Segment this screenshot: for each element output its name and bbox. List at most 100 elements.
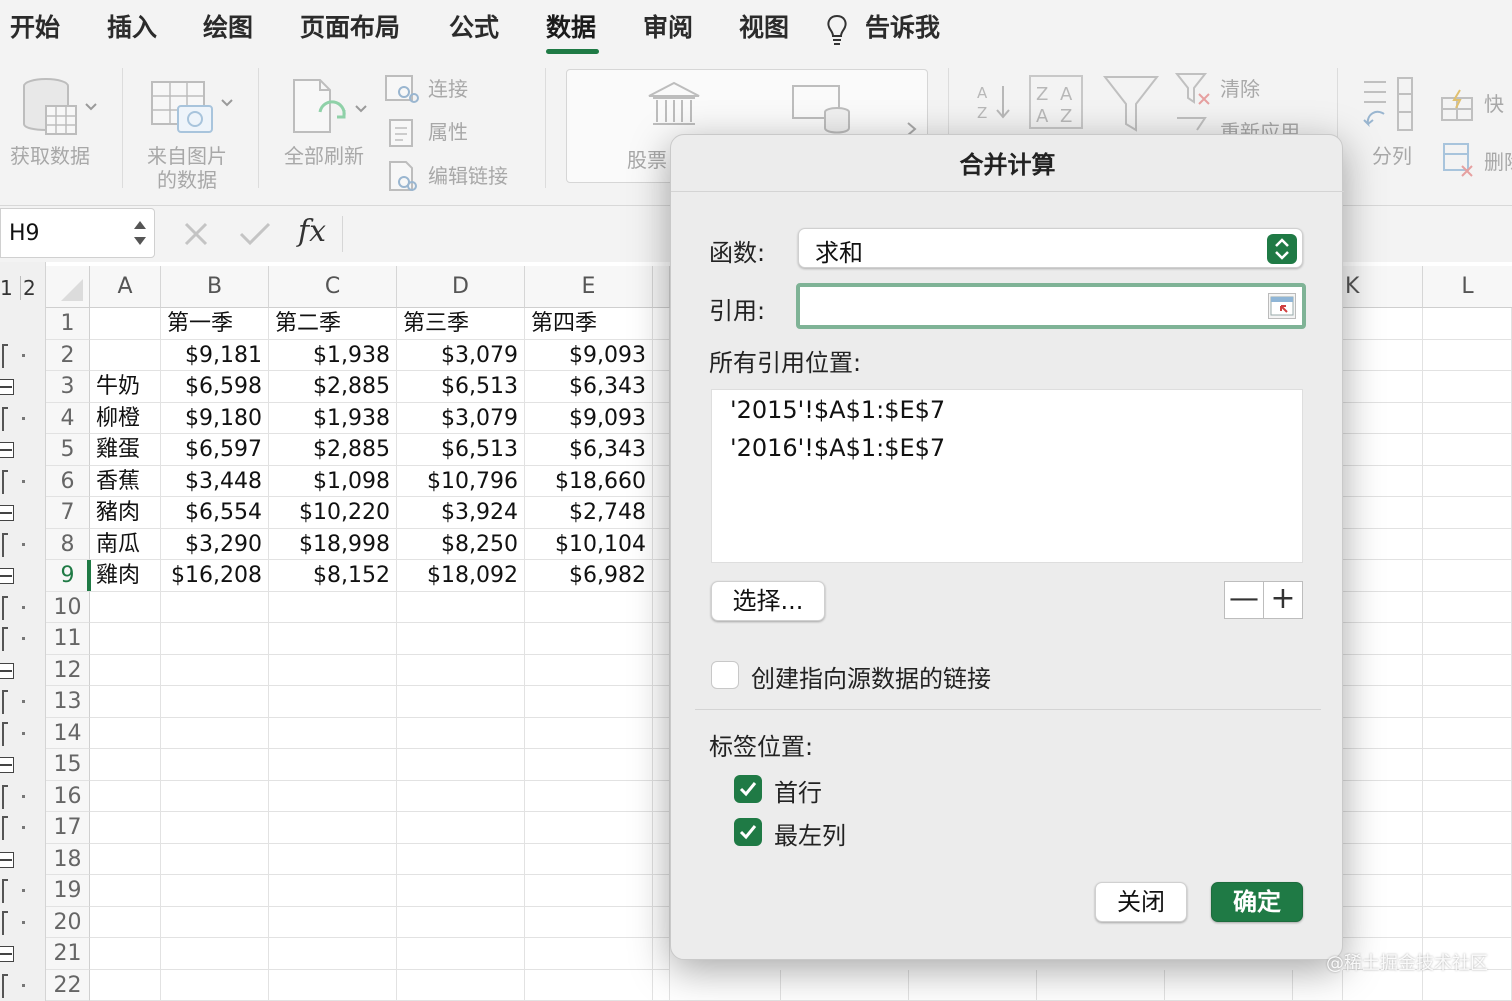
- table-cell[interactable]: 豬肉: [90, 497, 161, 529]
- row-header[interactable]: 14: [46, 717, 90, 749]
- tab-page-layout[interactable]: 页面布局: [300, 12, 400, 44]
- table-cell[interactable]: [1423, 749, 1512, 781]
- top-row-checkbox[interactable]: [734, 775, 762, 803]
- table-cell[interactable]: [397, 623, 525, 655]
- row-header[interactable]: 6: [46, 465, 90, 497]
- table-cell[interactable]: [90, 749, 161, 781]
- table-cell[interactable]: [90, 308, 161, 340]
- table-cell[interactable]: [161, 654, 269, 686]
- table-cell[interactable]: $6,513: [397, 371, 525, 403]
- table-cell[interactable]: [1343, 749, 1423, 781]
- table-cell[interactable]: [781, 969, 909, 1001]
- table-cell[interactable]: [1423, 339, 1512, 371]
- table-cell[interactable]: [269, 875, 397, 907]
- name-box-stepper-icon[interactable]: [132, 217, 148, 249]
- reapply-label[interactable]: 重新应用: [1220, 120, 1300, 134]
- table-cell[interactable]: [1423, 812, 1512, 844]
- table-cell[interactable]: $8,250: [397, 528, 525, 560]
- table-cell[interactable]: [525, 780, 653, 812]
- table-cell[interactable]: [1343, 654, 1423, 686]
- table-cell[interactable]: [161, 780, 269, 812]
- table-cell[interactable]: [161, 969, 269, 1001]
- row-header[interactable]: 17: [46, 812, 90, 844]
- row-header[interactable]: 15: [46, 749, 90, 781]
- table-cell[interactable]: [1343, 843, 1423, 875]
- table-cell[interactable]: $16,208: [161, 560, 269, 592]
- table-cell[interactable]: 南瓜: [90, 528, 161, 560]
- table-cell[interactable]: [1423, 497, 1512, 529]
- text-to-columns-label[interactable]: 分列: [1372, 144, 1412, 168]
- table-cell[interactable]: [397, 591, 525, 623]
- table-cell[interactable]: [161, 843, 269, 875]
- connections-icon[interactable]: [384, 74, 420, 104]
- clear-label[interactable]: 清除: [1220, 77, 1260, 101]
- row-header[interactable]: 3: [46, 371, 90, 403]
- table-cell[interactable]: [525, 623, 653, 655]
- table-cell[interactable]: [525, 717, 653, 749]
- table-cell[interactable]: $6,982: [525, 560, 653, 592]
- table-cell[interactable]: $1,098: [269, 465, 397, 497]
- collapse-group-button[interactable]: [0, 851, 14, 868]
- table-cell[interactable]: [397, 938, 525, 970]
- table-cell[interactable]: [269, 591, 397, 623]
- table-cell[interactable]: [1165, 969, 1293, 1001]
- outline-level-2[interactable]: 2: [20, 276, 36, 300]
- properties-label[interactable]: 属性: [428, 120, 468, 144]
- confirm-formula-icon[interactable]: [238, 220, 272, 248]
- table-cell[interactable]: [1037, 969, 1165, 1001]
- table-cell[interactable]: [653, 875, 670, 907]
- from-picture-label-1[interactable]: 来自图片: [147, 144, 227, 168]
- table-cell[interactable]: [269, 906, 397, 938]
- collapse-group-button[interactable]: [0, 946, 14, 962]
- table-cell[interactable]: [269, 654, 397, 686]
- table-cell[interactable]: [525, 875, 653, 907]
- table-cell[interactable]: [1423, 875, 1512, 907]
- row-header[interactable]: 12: [46, 654, 90, 686]
- table-cell[interactable]: [269, 749, 397, 781]
- table-cell[interactable]: [653, 623, 670, 655]
- close-button[interactable]: 关闭: [1095, 882, 1187, 922]
- table-cell[interactable]: [909, 969, 1037, 1001]
- table-cell[interactable]: [397, 906, 525, 938]
- table-cell[interactable]: $3,079: [397, 339, 525, 371]
- remove-duplicates-icon[interactable]: [1442, 142, 1476, 178]
- collapse-group-button[interactable]: [0, 505, 14, 521]
- row-header[interactable]: 19: [46, 875, 90, 907]
- get-data-label[interactable]: 获取数据: [10, 144, 90, 168]
- row-header[interactable]: 4: [46, 402, 90, 434]
- column-header-a[interactable]: A: [90, 266, 161, 308]
- table-cell[interactable]: [1423, 843, 1512, 875]
- table-cell[interactable]: $3,924: [397, 497, 525, 529]
- tab-draw[interactable]: 绘图: [203, 12, 253, 44]
- table-cell[interactable]: [269, 623, 397, 655]
- stocks-label[interactable]: 股票: [627, 148, 667, 172]
- table-cell[interactable]: [1343, 371, 1423, 403]
- table-cell[interactable]: $3,448: [161, 465, 269, 497]
- connections-label[interactable]: 连接: [428, 77, 468, 101]
- table-cell[interactable]: [1343, 497, 1423, 529]
- row-header[interactable]: 13: [46, 686, 90, 718]
- table-cell[interactable]: [90, 591, 161, 623]
- table-cell[interactable]: $6,554: [161, 497, 269, 529]
- table-cell[interactable]: $9,180: [161, 402, 269, 434]
- table-cell[interactable]: [269, 843, 397, 875]
- table-cell[interactable]: [90, 843, 161, 875]
- table-cell[interactable]: $10,796: [397, 465, 525, 497]
- table-cell[interactable]: [1423, 717, 1512, 749]
- table-cell[interactable]: 雞蛋: [90, 434, 161, 466]
- collapse-group-button[interactable]: [0, 442, 14, 458]
- collapse-group-button[interactable]: [0, 757, 14, 773]
- left-column-checkbox[interactable]: [734, 818, 762, 846]
- table-cell[interactable]: [90, 654, 161, 686]
- function-stepper[interactable]: [1267, 234, 1297, 264]
- table-cell[interactable]: [1343, 812, 1423, 844]
- table-cell[interactable]: [90, 969, 161, 1001]
- remove-reference-button[interactable]: —: [1224, 581, 1264, 619]
- sort-ascending-icon[interactable]: A Z: [975, 82, 1015, 122]
- collapse-dialog-button[interactable]: [1268, 293, 1296, 319]
- from-picture-label-2[interactable]: 的数据: [157, 168, 217, 192]
- tab-insert[interactable]: 插入: [107, 12, 157, 44]
- table-cell[interactable]: [1343, 906, 1423, 938]
- add-reference-button[interactable]: +: [1263, 581, 1303, 619]
- table-cell[interactable]: $9,093: [525, 402, 653, 434]
